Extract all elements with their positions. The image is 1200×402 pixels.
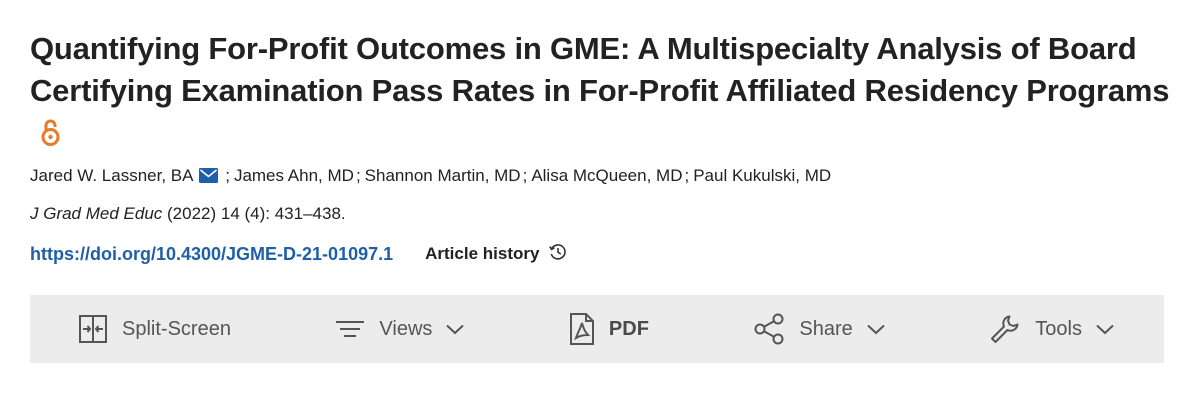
menu-lines-icon: [335, 319, 365, 339]
article-title: Quantifying For-Profit Outcomes in GME: …: [30, 28, 1170, 158]
open-access-icon: [40, 116, 61, 158]
article-toolbar: Split-Screen Views PDF Share Tools: [30, 295, 1164, 363]
envelope-icon[interactable]: [199, 168, 219, 188]
citation-details: (2022) 14 (4): 431–438.: [162, 204, 346, 223]
doi-row: https://doi.org/10.4300/JGME-D-21-01097.…: [30, 240, 568, 268]
pdf-label: PDF: [608, 317, 649, 340]
author-name[interactable]: Alisa McQueen, MD: [531, 166, 682, 185]
chevron-down-icon: [1096, 324, 1114, 335]
views-label: Views: [379, 317, 433, 340]
chevron-down-icon: [446, 324, 465, 335]
share-label: Share: [799, 317, 853, 340]
chevron-down-icon: [867, 324, 885, 335]
clock-history-icon: [548, 242, 568, 267]
article-title-text: Quantifying For-Profit Outcomes in GME: …: [30, 31, 1170, 108]
views-dropdown[interactable]: Views: [335, 317, 465, 341]
journal-name: J Grad Med Educ: [30, 204, 163, 223]
author-name[interactable]: Jared W. Lassner, BA: [30, 166, 193, 185]
article-history-button[interactable]: Article history: [425, 242, 568, 267]
pdf-file-icon: [569, 313, 595, 345]
author-separator: ;: [522, 166, 528, 185]
share-nodes-icon: [753, 313, 785, 345]
split-screen-icon: [78, 314, 108, 344]
tools-dropdown[interactable]: Tools: [989, 313, 1114, 345]
split-screen-button[interactable]: Split-Screen: [78, 314, 231, 344]
author-list: Jared W. Lassner, BA ; James Ahn, MD; Shan…: [30, 166, 831, 188]
tools-label: Tools: [1035, 317, 1082, 340]
author-separator: ;: [355, 166, 361, 185]
share-dropdown[interactable]: Share: [753, 313, 885, 345]
wrench-icon: [989, 313, 1021, 345]
doi-link[interactable]: https://doi.org/10.4300/JGME-D-21-01097.…: [30, 244, 393, 265]
citation: J Grad Med Educ (2022) 14 (4): 431–438.: [30, 204, 346, 224]
author-separator: ;: [684, 166, 690, 185]
author-name[interactable]: Shannon Martin, MD: [365, 166, 521, 185]
pdf-button[interactable]: PDF: [569, 313, 649, 345]
author-separator: ;: [225, 166, 230, 185]
author-name[interactable]: Paul Kukulski, MD: [693, 166, 831, 185]
article-history-label: Article history: [425, 244, 540, 263]
author-name[interactable]: James Ahn, MD: [234, 166, 354, 185]
split-screen-label: Split-Screen: [122, 317, 231, 340]
article-header: Quantifying For-Profit Outcomes in GME: …: [30, 28, 1170, 158]
